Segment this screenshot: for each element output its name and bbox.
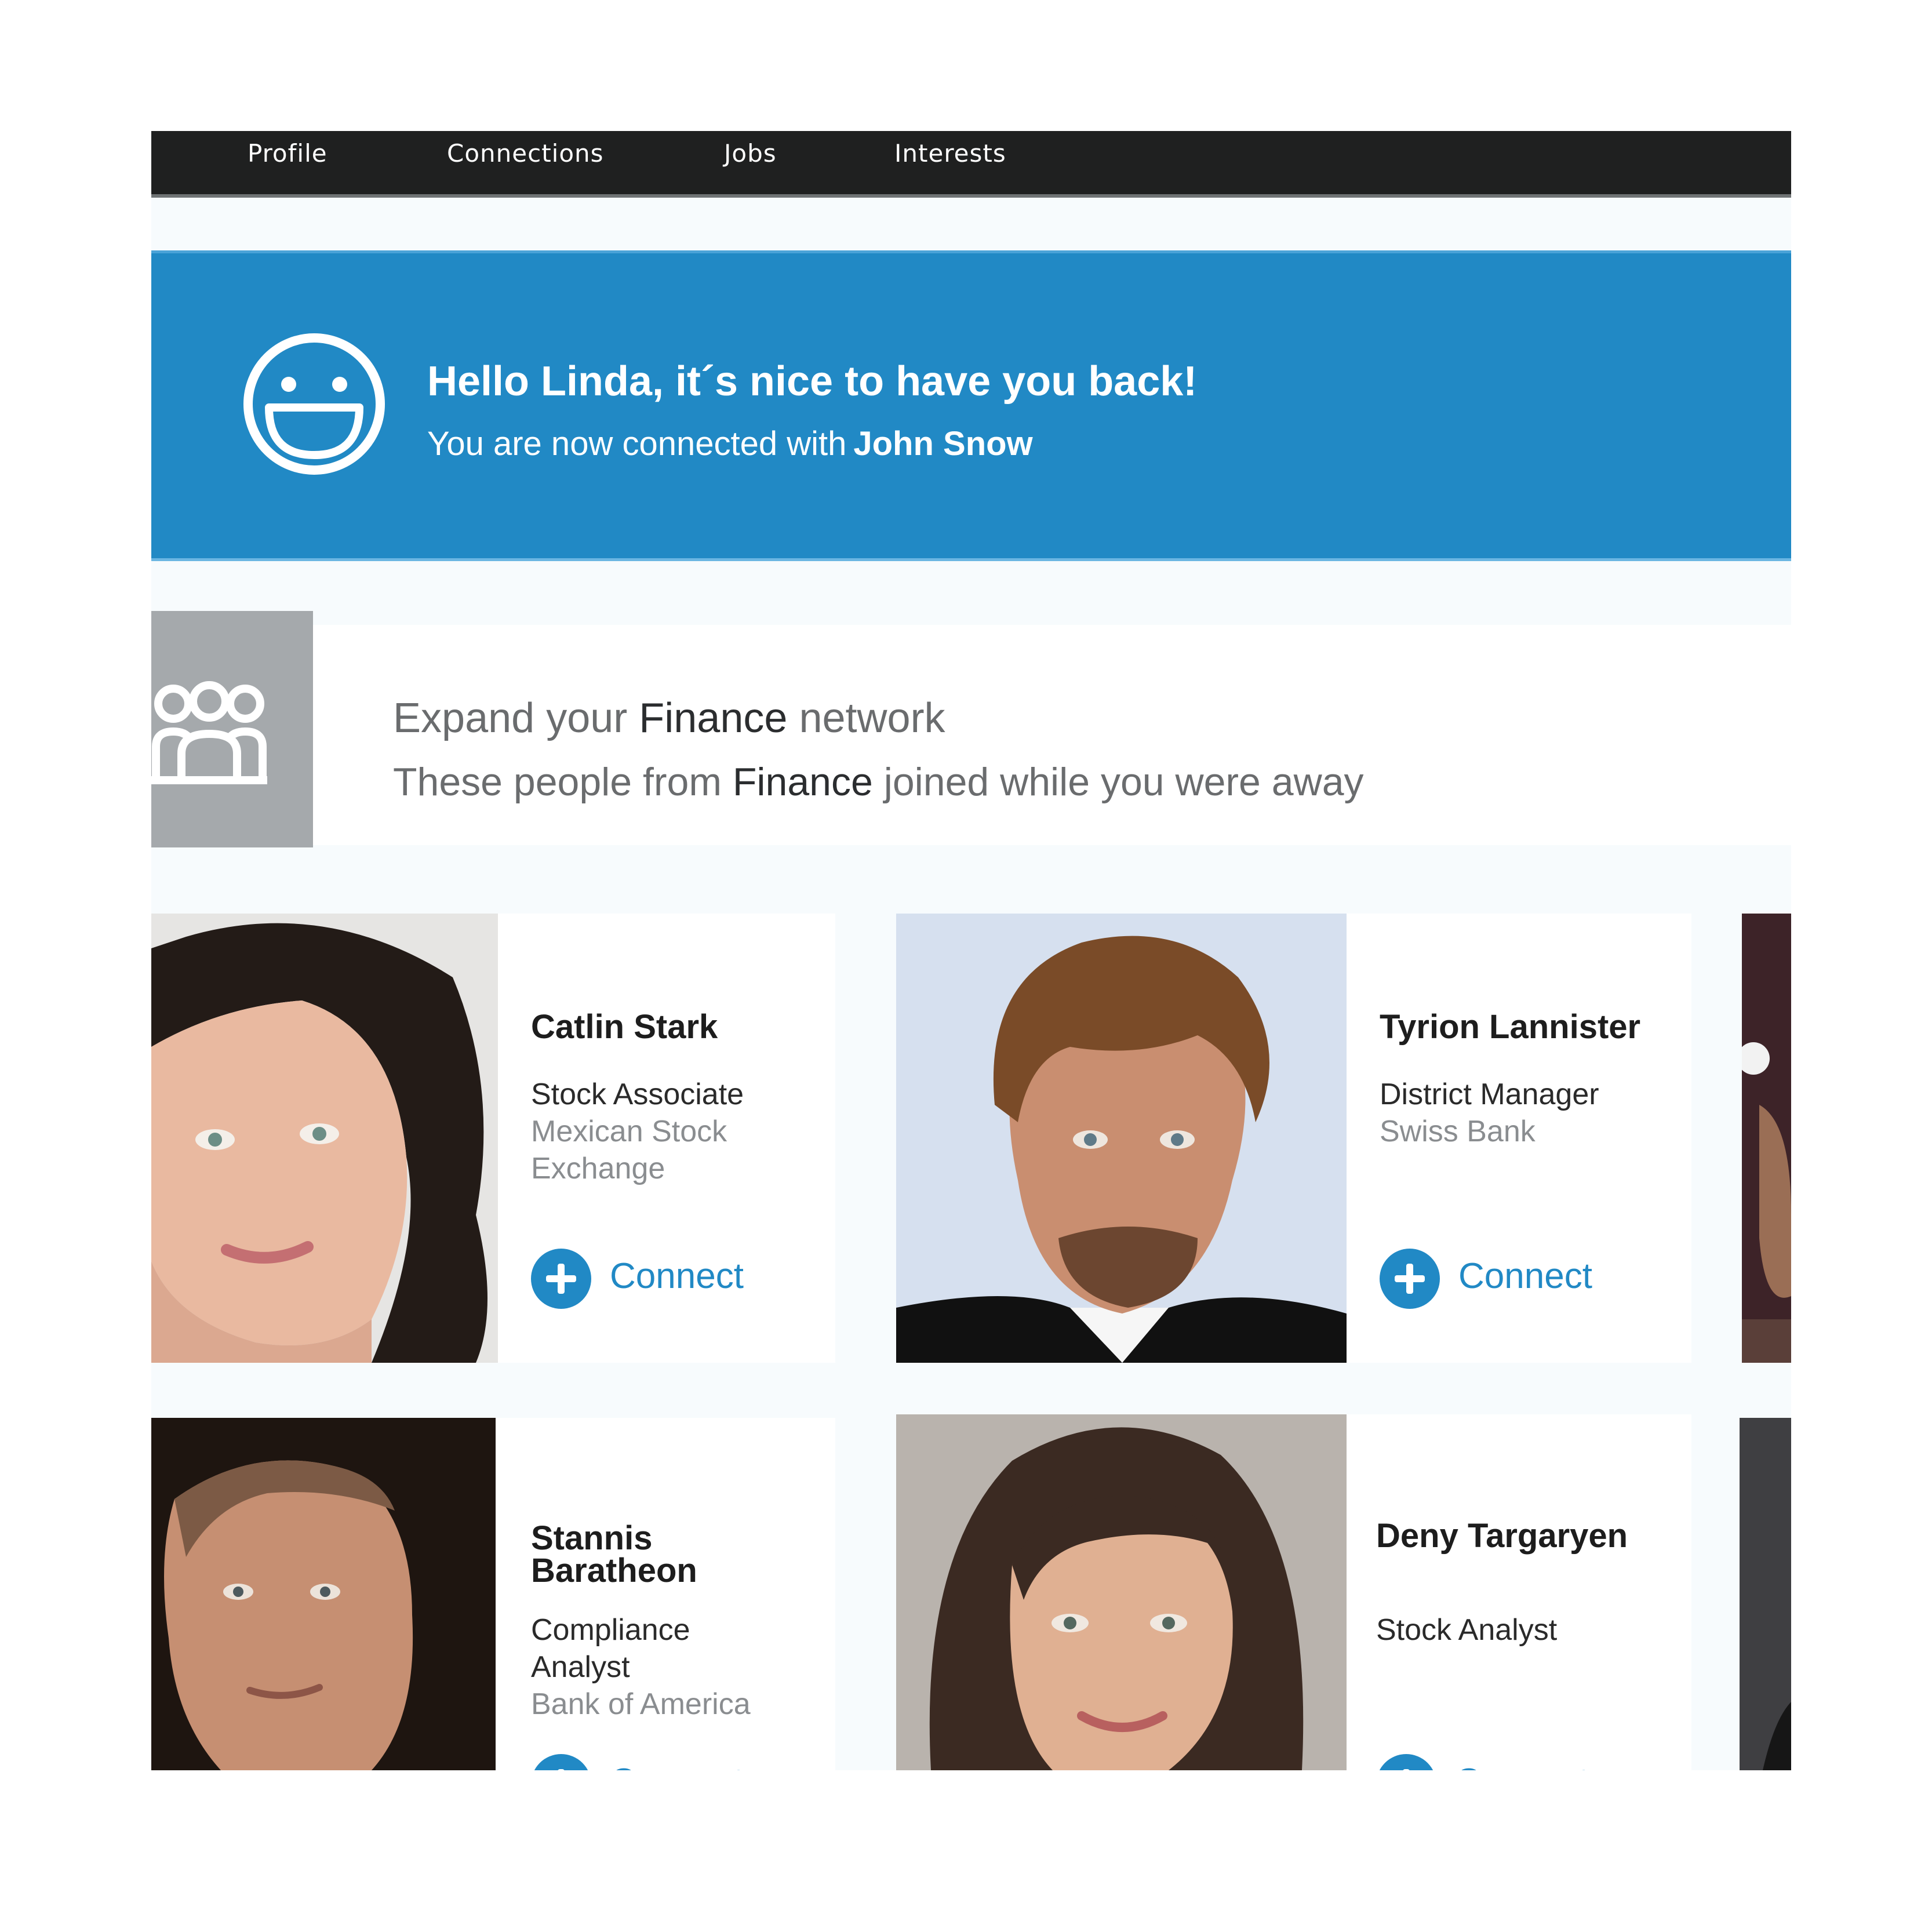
- person-name[interactable]: Tyrion Lannister: [1380, 1010, 1640, 1044]
- group-icon-box: [151, 611, 313, 847]
- connect-label: Connect: [1458, 1256, 1592, 1296]
- connected-message: You are now connected with John Snow: [427, 424, 1033, 463]
- connect-button[interactable]: Connect: [531, 1754, 780, 1770]
- group-icon: [151, 681, 267, 784]
- person-company: Mexican Stock Exchange: [531, 1115, 727, 1185]
- nav-jobs[interactable]: Jobs: [724, 133, 777, 174]
- top-nav: Profile Connections Jobs Interests: [151, 131, 1791, 198]
- person-name[interactable]: Catlin Stark: [531, 1010, 718, 1044]
- person-photo-partial[interactable]: [1740, 1418, 1791, 1770]
- person-photo[interactable]: [896, 1414, 1347, 1770]
- plus-icon: [1376, 1754, 1436, 1770]
- expand-sub-suffix: joined while you were away: [883, 760, 1364, 804]
- connected-prefix: You are now connected with: [427, 425, 847, 463]
- person-card: Deny Targaryen Stock Analyst Connect: [896, 1414, 1691, 1770]
- connect-label: Connect: [610, 1256, 744, 1296]
- connect-button[interactable]: Connect: [1376, 1754, 1625, 1770]
- person-card: Catlin Stark Stock Associate Mexican Sto…: [151, 914, 835, 1363]
- person-photo[interactable]: [151, 1418, 496, 1770]
- nav-interests[interactable]: Interests: [894, 133, 1006, 174]
- plus-icon: [531, 1754, 591, 1770]
- nav-connections[interactable]: Connections: [447, 133, 604, 174]
- portrait-image: [896, 914, 1347, 1363]
- expand-title-industry: Finance: [639, 695, 788, 741]
- portrait-image: [896, 1414, 1347, 1770]
- expand-title: Expand your Finance network: [393, 694, 945, 742]
- person-photo[interactable]: [896, 914, 1347, 1363]
- connect-button[interactable]: Connect: [1380, 1249, 1629, 1312]
- plus-icon: [1380, 1249, 1440, 1309]
- portrait-image: [151, 1418, 496, 1770]
- expand-network-section: Expand your Finance network These people…: [151, 611, 1791, 847]
- person-title: Compliance Analyst: [531, 1613, 690, 1684]
- plus-icon: [531, 1249, 591, 1309]
- person-title: Stock Analyst: [1376, 1613, 1558, 1647]
- person-title: District Manager: [1380, 1078, 1599, 1111]
- person-name[interactable]: Stannis Baratheon: [531, 1522, 792, 1588]
- connect-label: Connect: [610, 1761, 744, 1770]
- portrait-image: [151, 914, 498, 1363]
- connected-name[interactable]: John Snow: [853, 425, 1032, 463]
- welcome-banner: Hello Linda, it´s nice to have you back!…: [151, 250, 1791, 561]
- connect-button[interactable]: Connect: [531, 1249, 780, 1312]
- expand-sub-prefix: These people from: [393, 760, 722, 804]
- expand-title-prefix: Expand your: [393, 695, 628, 741]
- expand-title-suffix: network: [799, 695, 945, 741]
- expand-subtitle: These people from Finance joined while y…: [393, 759, 1364, 805]
- connect-label: Connect: [1455, 1761, 1589, 1770]
- person-card: Stannis Baratheon Compliance Analyst Ban…: [151, 1418, 835, 1770]
- expand-sub-industry: Finance: [732, 760, 873, 804]
- app-frame: Profile Connections Jobs Interests Hello…: [151, 131, 1791, 1770]
- person-photo[interactable]: [151, 914, 498, 1363]
- greeting-title: Hello Linda, it´s nice to have you back!: [427, 358, 1198, 405]
- smiley-icon: [243, 333, 385, 475]
- person-title: Stock Associate: [531, 1078, 744, 1111]
- portrait-image: [1737, 914, 1791, 1363]
- person-company: Bank of America: [531, 1687, 751, 1721]
- nav-profile[interactable]: Profile: [248, 133, 328, 174]
- person-card: Tyrion Lannister District Manager Swiss …: [896, 914, 1691, 1363]
- person-photo-partial[interactable]: [1737, 914, 1791, 1363]
- person-company: Swiss Bank: [1380, 1115, 1536, 1148]
- portrait-image: [1740, 1418, 1791, 1770]
- person-name[interactable]: Deny Targaryen: [1376, 1519, 1628, 1553]
